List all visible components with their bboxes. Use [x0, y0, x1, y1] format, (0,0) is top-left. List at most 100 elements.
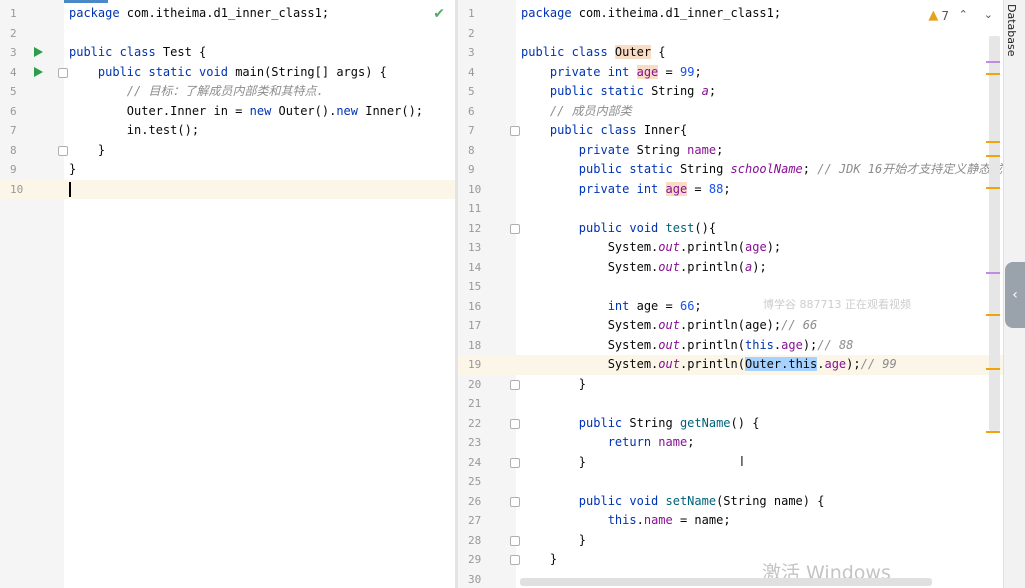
code-line[interactable]: public String getName() {: [516, 414, 1003, 434]
code-line[interactable]: private String name;: [516, 141, 1003, 161]
gutter-line[interactable]: 16: [458, 297, 516, 317]
gutter-line[interactable]: 28: [458, 531, 520, 551]
gutter-line[interactable]: 18: [458, 336, 516, 356]
marker-orange[interactable]: [986, 141, 1000, 143]
vertical-scrollbar[interactable]: [989, 36, 1000, 431]
editor-left-pane[interactable]: 1 2 3 4 5 6 7 8 9 10 package com.itheima.d1_inner…: [0, 0, 455, 588]
code-line[interactable]: [516, 394, 1003, 414]
gutter-line[interactable]: 3: [458, 43, 516, 63]
code-line[interactable]: }: [516, 453, 1003, 473]
gutter-line[interactable]: 4: [0, 63, 68, 83]
gutter-line[interactable]: 25: [458, 472, 516, 492]
gutter-line[interactable]: 19: [458, 355, 516, 375]
gutter-line[interactable]: 22: [458, 414, 520, 434]
gutter-line[interactable]: 5: [458, 82, 516, 102]
code-line[interactable]: [64, 24, 455, 44]
code-line[interactable]: private int age = 99;: [516, 63, 1003, 83]
gutter-line[interactable]: 9: [0, 160, 64, 180]
code-line[interactable]: public void test(){: [516, 219, 1003, 239]
editor-right-pane[interactable]: 1 2 3 4 5 6 7 8 9 10 11 12 13 14 15 16 17 18 19 20 21 22 23 24 2…: [458, 0, 1003, 588]
gutter-line[interactable]: 6: [0, 102, 64, 122]
code-line[interactable]: return name;: [516, 433, 1003, 453]
marker-orange[interactable]: [986, 431, 1000, 433]
code-line[interactable]: public static String schoolName; // JDK …: [516, 160, 1003, 180]
code-line[interactable]: public void setName(String name) {: [516, 492, 1003, 512]
warning-badge[interactable]: ▲ 7: [928, 8, 949, 23]
gutter-line[interactable]: 6: [458, 102, 516, 122]
gutter-line[interactable]: 7: [458, 121, 520, 141]
code-line[interactable]: Outer.Inner in = new Outer().new Inner()…: [64, 102, 455, 122]
marker-purple[interactable]: [986, 61, 1000, 63]
gutter-line[interactable]: 10: [458, 180, 516, 200]
gutter-line[interactable]: 26: [458, 492, 520, 512]
gutter-line[interactable]: 1: [458, 4, 516, 24]
marker-orange[interactable]: [986, 187, 1000, 189]
gutter-line[interactable]: 23: [458, 433, 516, 453]
gutter-line[interactable]: 12: [458, 219, 520, 239]
left-gutter[interactable]: 1 2 3 4 5 6 7 8 9 10: [0, 0, 68, 588]
gutter-line[interactable]: 3: [0, 43, 64, 63]
code-line[interactable]: [516, 199, 1003, 219]
code-line[interactable]: public class Outer {: [516, 43, 1003, 63]
left-code-area[interactable]: package com.itheima.d1_inner_class1;publ…: [64, 0, 455, 588]
gutter-line[interactable]: 24: [458, 453, 520, 473]
code-line[interactable]: }: [516, 550, 1003, 570]
code-line[interactable]: System.out.println(age);: [516, 238, 1003, 258]
code-line[interactable]: public static void main(String[] args) {: [64, 63, 455, 83]
gutter-line[interactable]: 8: [458, 141, 516, 161]
gutter-line[interactable]: 8: [0, 141, 68, 161]
code-line[interactable]: // 目标：了解成员内部类和其特点.: [64, 82, 455, 102]
code-line[interactable]: System.out.println(this.age);// 88: [516, 336, 1003, 356]
marker-orange[interactable]: [986, 314, 1000, 316]
next-highlight-button[interactable]: ⌄: [984, 8, 993, 21]
gutter-line[interactable]: 20: [458, 375, 520, 395]
code-line[interactable]: [516, 24, 1003, 44]
gutter-line[interactable]: 2: [458, 24, 516, 44]
marker-orange[interactable]: [986, 368, 1000, 370]
gutter-line[interactable]: 15: [458, 277, 516, 297]
code-line[interactable]: }: [516, 531, 1003, 551]
gutter-line[interactable]: 7: [0, 121, 64, 141]
run-icon[interactable]: [34, 66, 43, 77]
gutter-line[interactable]: 2: [0, 24, 64, 44]
database-tool-tab[interactable]: Database: [1005, 4, 1018, 57]
marker-orange[interactable]: [986, 73, 1000, 75]
gutter-line[interactable]: 27: [458, 511, 516, 531]
gutter-line[interactable]: 1: [0, 4, 64, 24]
code-line[interactable]: System.out.println(a);: [516, 258, 1003, 278]
code-line[interactable]: package com.itheima.d1_inner_class1;: [64, 4, 455, 24]
code-line[interactable]: System.out.println(age);// 66: [516, 316, 1003, 336]
gutter-line[interactable]: 11: [458, 199, 516, 219]
gutter-line[interactable]: 17: [458, 316, 516, 336]
run-icon[interactable]: [34, 47, 43, 57]
right-gutter[interactable]: 1 2 3 4 5 6 7 8 9 10 11 12 13 14 15 16 17 18 19 20 21 22 23 24 2…: [458, 0, 520, 588]
code-line[interactable]: public class Test {: [64, 43, 455, 63]
code-line[interactable]: System.out.println(Outer.this.age);// 99: [516, 355, 1003, 375]
code-line[interactable]: public class Inner{: [516, 121, 1003, 141]
code-line[interactable]: [516, 277, 1003, 297]
code-line[interactable]: [516, 472, 1003, 492]
right-code-area[interactable]: package com.itheima.d1_inner_class1; publ…: [516, 0, 1003, 588]
code-line[interactable]: in.test();: [64, 121, 455, 141]
code-line[interactable]: // 成员内部类: [516, 102, 1003, 122]
code-line[interactable]: [64, 179, 455, 199]
horizontal-scrollbar[interactable]: [520, 578, 932, 586]
prev-highlight-button[interactable]: ⌃: [959, 8, 968, 21]
gutter-line[interactable]: 21: [458, 394, 516, 414]
code-line[interactable]: public static String a;: [516, 82, 1003, 102]
marker-purple[interactable]: [986, 272, 1000, 274]
gutter-line[interactable]: 9: [458, 160, 516, 180]
code-line[interactable]: }: [64, 160, 455, 180]
gutter-line[interactable]: 13: [458, 238, 516, 258]
code-line[interactable]: int age = 66;: [516, 297, 1003, 317]
marker-orange[interactable]: [986, 155, 1000, 157]
gutter-line[interactable]: 30: [458, 570, 516, 588]
gutter-line[interactable]: 10: [0, 179, 64, 199]
gutter-line[interactable]: 29: [458, 550, 520, 570]
gutter-line[interactable]: 4: [458, 63, 516, 83]
code-line[interactable]: this.name = name;: [516, 511, 1003, 531]
code-line[interactable]: }: [516, 375, 1003, 395]
code-line[interactable]: private int age = 88;: [516, 180, 1003, 200]
gutter-line[interactable]: 14: [458, 258, 516, 278]
gutter-line[interactable]: 5: [0, 82, 64, 102]
